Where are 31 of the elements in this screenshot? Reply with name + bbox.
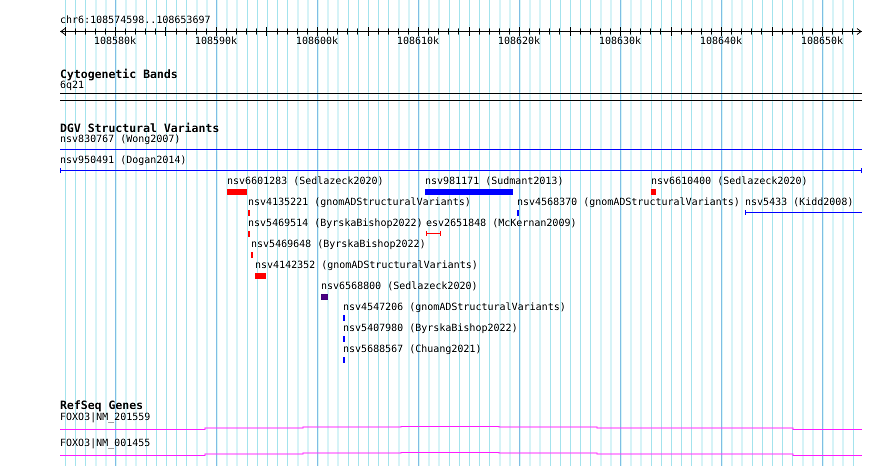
tick-label: 108590k — [194, 37, 238, 47]
tick-label: 108580k — [93, 37, 137, 47]
variant-label: nsv5433 (Kidd2008) — [745, 198, 854, 208]
variant-label: nsv5469514 (ByrskaBishop2022) — [248, 219, 423, 229]
track-title: Cytogenetic Bands — [60, 68, 178, 80]
tick-label: 108650k — [800, 37, 844, 47]
variant-label: nsv950491 (Dogan2014) — [60, 156, 186, 166]
variant-label: esv2651848 (McKernan2009) — [426, 219, 577, 229]
track-title: DGV Structural Variants — [60, 122, 220, 134]
variant-label: nsv6610400 (Sedlazeck2020) — [651, 177, 808, 187]
variant-label: nsv5688567 (Chuang2021) — [343, 345, 482, 355]
variant-label: nsv4568370 (gnomADStructuralVariants) — [517, 198, 740, 208]
tick-label: 108620k — [497, 37, 541, 47]
band-label: 6q21 — [60, 81, 84, 91]
variant-label: nsv6568800 (Sedlazeck2020) — [321, 282, 478, 292]
tick-label: 108630k — [598, 37, 642, 47]
variant-label: nsv4547206 (gnomADStructuralVariants) — [343, 303, 566, 313]
variant-label: nsv6601283 (Sedlazeck2020) — [227, 177, 384, 187]
location-label: chr6:108574598..108653697 — [60, 16, 212, 26]
variant-label: nsv5469648 (ByrskaBishop2022) — [251, 240, 426, 250]
tick-label: 108640k — [699, 37, 743, 47]
variant-label: nsv4135221 (gnomADStructuralVariants) — [248, 198, 471, 208]
gene-label: FOXO3|NM_001455 — [60, 439, 150, 449]
track-title: RefSeq Genes — [60, 399, 144, 411]
variant-label: nsv981171 (Sudmant2013) — [425, 177, 564, 187]
variant-label: nsv830767 (Wong2007) — [60, 135, 180, 145]
tick-label: 108600k — [295, 37, 339, 47]
variant-label: nsv4142352 (gnomADStructuralVariants) — [255, 261, 478, 271]
tick-label: 108610k — [396, 37, 440, 47]
variant-label: nsv5407980 (ByrskaBishop2022) — [343, 324, 518, 334]
gene-label: FOXO3|NM_201559 — [60, 413, 150, 423]
